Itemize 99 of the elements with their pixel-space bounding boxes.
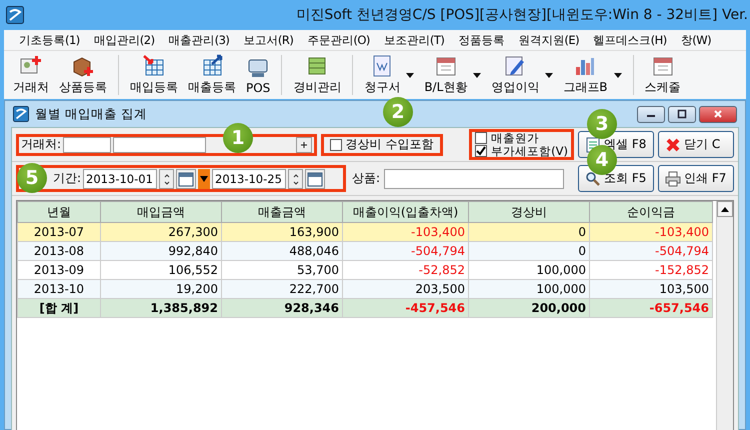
client-name-field[interactable] <box>113 136 206 152</box>
table-cell: 0 <box>468 242 590 260</box>
table-cell: 222,700 <box>222 280 342 298</box>
checkbox[interactable]: 매출원가 <box>475 132 568 144</box>
up-arrow-icon <box>721 206 729 212</box>
close-icon <box>665 136 681 152</box>
dropdown-button[interactable] <box>198 168 210 188</box>
window-title: 월별 매입매출 집계 <box>35 106 147 122</box>
checkbox[interactable]: 경상비 수입포함 <box>330 136 434 153</box>
menu-item[interactable]: 매출관리(3) <box>162 32 236 48</box>
toolbar-button[interactable]: 청구서 <box>359 51 420 99</box>
column-header[interactable]: 매출금액 <box>222 202 342 222</box>
table-cell: [합 계] <box>18 298 100 318</box>
menu-item[interactable]: 원격지원(E) <box>511 32 586 48</box>
window-title: 미진Soft 천년경영C/S [POS][공사현장][내윈도우:Win 8 - 32비트] Ver. <box>296 6 749 24</box>
table-cell: 928,346 <box>222 298 342 318</box>
add-button[interactable] <box>296 136 312 152</box>
toolbar-button[interactable]: B/L현황 <box>419 51 486 99</box>
table-cell: -103,400 <box>342 222 468 242</box>
calendar-icon <box>178 170 194 186</box>
action-button[interactable]: 닫기 C <box>658 131 734 158</box>
table-cell: -103,400 <box>590 222 712 242</box>
table-cell: 267,300 <box>100 222 222 242</box>
table-cell: 163,900 <box>222 222 342 242</box>
product-label: 상품: <box>352 170 380 187</box>
column-header[interactable]: 경상비 <box>468 202 590 222</box>
table-cell: -457,546 <box>342 298 468 318</box>
table-cell: 203,500 <box>342 280 468 298</box>
client-code-field[interactable] <box>63 136 112 152</box>
product-field[interactable] <box>384 168 564 188</box>
dropdown-arrow-icon <box>200 176 208 182</box>
toolbar-button[interactable]: 매출등록 <box>183 51 241 99</box>
table-cell: -504,794 <box>590 242 712 260</box>
date-to-field[interactable]: 2013-10-25 <box>212 168 286 188</box>
table-cell: -657,546 <box>590 298 712 318</box>
table-cell: 200,000 <box>468 298 590 318</box>
menu-item[interactable]: 정품등록 <box>451 32 512 48</box>
close-button[interactable] <box>699 106 737 122</box>
minimize-button[interactable] <box>637 106 665 122</box>
toolbar-button[interactable]: 그래프B <box>558 51 627 99</box>
checkmark-icon <box>476 146 486 156</box>
app-logo-icon <box>6 6 24 24</box>
menu-item[interactable]: 기초등록(1) <box>12 32 87 48</box>
dropdown-arrow-icon <box>614 72 622 78</box>
maximize-button[interactable] <box>668 106 696 122</box>
menu-item[interactable]: 주문관리(O) <box>300 32 377 48</box>
column-header[interactable]: 매입금액 <box>100 202 222 222</box>
table-cell: 100,000 <box>468 280 590 298</box>
spin-button[interactable] <box>159 168 174 188</box>
action-button[interactable]: 인쇄 F7 <box>658 165 734 192</box>
column-header[interactable]: 매출이익(입출차액) <box>342 202 468 222</box>
table-cell: 992,840 <box>100 242 222 260</box>
table-cell: 488,046 <box>222 242 342 260</box>
step-badge: 3 <box>587 109 617 139</box>
step-badge: 2 <box>383 97 413 127</box>
table-cell: 1,385,892 <box>100 298 222 318</box>
action-button[interactable]: 조회 F5 <box>578 165 654 192</box>
menu-item[interactable]: 헬프데스크(H) <box>586 32 674 48</box>
menu-item[interactable]: 창(W) <box>674 32 718 48</box>
dropdown-arrow-icon <box>406 72 414 78</box>
search-icon <box>585 170 601 186</box>
dropdown-arrow-icon <box>473 72 482 78</box>
menu-item[interactable]: 매입관리(2) <box>86 32 162 48</box>
period-label: 기간: <box>53 170 82 187</box>
scroll-up-button[interactable] <box>717 201 733 217</box>
dropdown-arrow-icon <box>545 72 554 78</box>
menu-item[interactable]: 보조관리(T) <box>376 32 452 48</box>
maximize-icon <box>677 109 687 119</box>
table-arrow-icon <box>142 54 166 78</box>
column-header[interactable]: 순이익금 <box>590 202 712 222</box>
date-from-field[interactable]: 2013-10-01 <box>83 168 158 188</box>
app-logo-icon <box>13 106 29 122</box>
plus-icon <box>300 140 308 148</box>
calendar-button[interactable] <box>305 168 326 188</box>
calendar-icon <box>307 170 324 186</box>
column-header[interactable]: 년월 <box>18 202 100 222</box>
spin-button[interactable] <box>288 168 304 188</box>
up-down-arrows-icon <box>292 172 300 186</box>
client-label: 거래처: <box>21 136 62 153</box>
up-down-arrows-icon <box>162 172 171 186</box>
toolbar-button[interactable]: 상품등록 <box>54 51 112 99</box>
printer-icon <box>665 170 681 186</box>
table-cell: 2013-10 <box>18 280 100 298</box>
table-cell: 2013-08 <box>18 242 100 260</box>
menu-item[interactable]: 보고서(R) <box>236 32 300 48</box>
toolbar-button[interactable]: 거래처 <box>8 51 54 99</box>
toolbar-button[interactable]: POS <box>241 51 276 99</box>
table-cell: 2013-07 <box>18 222 100 242</box>
table-cell: 19,200 <box>100 280 222 298</box>
table-cell: 103,500 <box>590 280 712 298</box>
table-cell: 0 <box>468 222 590 242</box>
toolbar-button[interactable]: 스케줄 <box>640 51 686 99</box>
checkbox[interactable]: 부가세포함(V) <box>475 145 568 157</box>
table-cell: -504,794 <box>342 242 468 260</box>
calendar-button[interactable] <box>176 168 196 188</box>
toolbar-button[interactable]: 영업이익 <box>486 51 558 99</box>
toolbar-button[interactable]: 경비관리 <box>288 51 346 99</box>
toolbar-button[interactable]: 매입등록 <box>125 51 183 99</box>
close-icon <box>713 109 723 119</box>
